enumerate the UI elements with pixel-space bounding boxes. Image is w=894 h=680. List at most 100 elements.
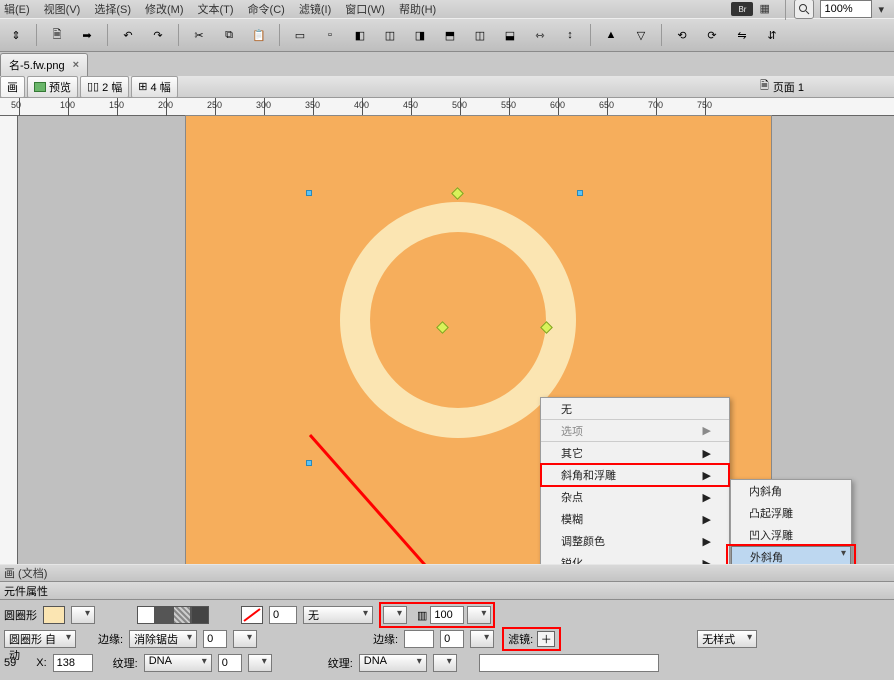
stroke-style-select[interactable]: 无 bbox=[303, 606, 373, 624]
doc-tabs: 名-5.fw.png × bbox=[0, 52, 894, 76]
menu-item[interactable]: 滤镜(I) bbox=[299, 0, 331, 18]
doc-tab[interactable]: 名-5.fw.png × bbox=[0, 53, 88, 76]
edge2-input[interactable] bbox=[404, 630, 434, 648]
stroke-width-input[interactable] bbox=[269, 606, 297, 624]
edge-num-input[interactable] bbox=[203, 630, 227, 648]
copy-icon[interactable]: ⧉ bbox=[217, 23, 241, 47]
opacity-input[interactable] bbox=[430, 606, 464, 624]
edge-step[interactable] bbox=[233, 630, 257, 648]
menu-item[interactable]: 选择(S) bbox=[94, 0, 131, 18]
chevron-right-icon: ▶ bbox=[703, 535, 711, 548]
edge2-step[interactable] bbox=[470, 630, 494, 648]
properties-tab[interactable]: 元件属性 bbox=[0, 582, 894, 600]
stock-icon[interactable]: ▦ bbox=[759, 2, 777, 16]
menu-item[interactable]: 杂点▶ bbox=[541, 486, 729, 508]
menu-item[interactable]: 窗口(W) bbox=[345, 0, 385, 18]
tab-preview[interactable]: 预览 bbox=[27, 76, 78, 98]
texture2-select[interactable]: DNA bbox=[359, 654, 427, 672]
align-bottom-icon[interactable]: ⬓ bbox=[498, 23, 522, 47]
select-label: DNA bbox=[364, 655, 387, 667]
back-icon[interactable]: ▽ bbox=[629, 23, 653, 47]
group-icon[interactable]: ▭ bbox=[288, 23, 312, 47]
open-icon[interactable]: ➡ bbox=[75, 23, 99, 47]
page-indicator[interactable]: 🗎 页面 1 bbox=[760, 77, 894, 96]
fill-options[interactable] bbox=[71, 606, 95, 624]
arrow-expand-icon[interactable]: ⇕ bbox=[4, 23, 28, 47]
texture-step[interactable] bbox=[248, 654, 272, 672]
texture2-step[interactable] bbox=[433, 654, 457, 672]
new-icon[interactable]: 🗎 bbox=[45, 23, 69, 47]
doc-tab-label: 名-5.fw.png bbox=[9, 57, 65, 73]
more-swatch[interactable] bbox=[191, 606, 209, 624]
selection-handle[interactable] bbox=[306, 190, 312, 196]
flip-v-icon[interactable]: ⇵ bbox=[760, 23, 784, 47]
paste-icon[interactable]: 📋 bbox=[247, 23, 271, 47]
zoom-input[interactable] bbox=[820, 0, 872, 18]
front-icon[interactable]: ▲ bbox=[599, 23, 623, 47]
undo-icon[interactable]: ↶ bbox=[116, 23, 140, 47]
selection-handle[interactable] bbox=[577, 190, 583, 196]
selection-handle[interactable] bbox=[306, 460, 312, 466]
menu-item[interactable]: 修改(M) bbox=[145, 0, 184, 18]
align-right-icon[interactable]: ◨ bbox=[408, 23, 432, 47]
menu-item-label: 其它 bbox=[561, 445, 583, 461]
menu-item[interactable]: 帮助(H) bbox=[399, 0, 436, 18]
align-center-icon[interactable]: ◫ bbox=[378, 23, 402, 47]
solid-swatch[interactable] bbox=[155, 606, 173, 624]
stroke-color-swatch[interactable] bbox=[241, 606, 263, 624]
split2-icon: ▯▯ bbox=[87, 80, 99, 93]
submenu-item[interactable]: 内斜角 bbox=[731, 480, 851, 502]
align-middle-icon[interactable]: ◫ bbox=[468, 23, 492, 47]
menu-item[interactable]: 辑(E) bbox=[4, 0, 30, 18]
tab-2up[interactable]: ▯▯2 幅 bbox=[80, 76, 129, 98]
distribute-v-icon[interactable]: ↕ bbox=[558, 23, 582, 47]
edge2-num-input[interactable] bbox=[440, 630, 464, 648]
flip-h-icon[interactable]: ⇋ bbox=[730, 23, 754, 47]
texture-swatch[interactable] bbox=[173, 606, 191, 624]
tab-4up[interactable]: ⊞4 幅 bbox=[131, 76, 177, 98]
fill-swatch[interactable] bbox=[43, 606, 65, 624]
rotate-r-icon[interactable]: ⟳ bbox=[700, 23, 724, 47]
menu-item[interactable]: 命令(C) bbox=[248, 0, 285, 18]
properties-panel: 画 (文档) 元件属性 圆圈形 无 ▥ bbox=[0, 564, 894, 680]
filter-list[interactable] bbox=[479, 654, 659, 672]
image-icon bbox=[34, 82, 46, 92]
rotate-l-icon[interactable]: ⟲ bbox=[670, 23, 694, 47]
redo-icon[interactable]: ↷ bbox=[146, 23, 170, 47]
texture-select[interactable]: DNA bbox=[144, 654, 212, 672]
none-swatch[interactable] bbox=[137, 606, 155, 624]
main-toolbar: ⇕ 🗎 ➡ ↶ ↷ ✂ ⧉ 📋 ▭ ▫ ◧ ◫ ◨ ⬒ ◫ ⬓ ⇿ ↕ ▲ ▽ … bbox=[0, 18, 894, 52]
bridge-icon[interactable]: Br bbox=[731, 2, 753, 16]
menu-item[interactable]: 文本(T) bbox=[198, 0, 234, 18]
edge-select[interactable]: 消除锯齿 bbox=[129, 630, 197, 648]
tab-original[interactable]: 画 bbox=[0, 76, 25, 98]
menu-item[interactable]: 调整颜色▶ bbox=[541, 530, 729, 552]
menu-item[interactable]: 无 bbox=[541, 398, 729, 420]
align-top-icon[interactable]: ⬒ bbox=[438, 23, 462, 47]
style-select[interactable]: 无样式 bbox=[697, 630, 757, 648]
menu-item[interactable]: 其它 ▶ bbox=[541, 442, 729, 464]
align-left-icon[interactable]: ◧ bbox=[348, 23, 372, 47]
submenu-item[interactable]: 凹入浮雕 bbox=[731, 524, 851, 546]
zoom-icon[interactable] bbox=[794, 0, 814, 19]
menu-item[interactable]: 视图(V) bbox=[44, 0, 81, 18]
menubar: 辑(E) 视图(V) 选择(S) 修改(M) 文本(T) 命令(C) 滤镜(I)… bbox=[0, 0, 894, 18]
cut-icon[interactable]: ✂ bbox=[187, 23, 211, 47]
add-filter-button[interactable]: ＋ bbox=[537, 631, 555, 647]
coord-x-label: X: bbox=[36, 657, 46, 669]
opacity-step[interactable] bbox=[467, 606, 491, 624]
menu-item[interactable]: 斜角和浮雕▶ bbox=[541, 464, 729, 486]
menu-item[interactable]: 模糊▶ bbox=[541, 508, 729, 530]
close-icon[interactable]: × bbox=[73, 59, 79, 71]
opacity-dropdown[interactable] bbox=[383, 606, 407, 624]
dropdown-icon[interactable]: ▾ bbox=[878, 2, 884, 16]
distribute-h-icon[interactable]: ⇿ bbox=[528, 23, 552, 47]
chevron-right-icon: ▶ bbox=[703, 447, 711, 460]
chevron-right-icon: ▶ bbox=[703, 491, 711, 504]
texture-num-input[interactable] bbox=[218, 654, 242, 672]
coord-x-input[interactable] bbox=[53, 654, 93, 672]
ungroup-icon[interactable]: ▫ bbox=[318, 23, 342, 47]
shape-preset-select[interactable]: 圆圈形 自动 bbox=[4, 630, 76, 648]
submenu-item[interactable]: 凸起浮雕 bbox=[731, 502, 851, 524]
menu-item[interactable]: 选项▶ bbox=[541, 420, 729, 442]
